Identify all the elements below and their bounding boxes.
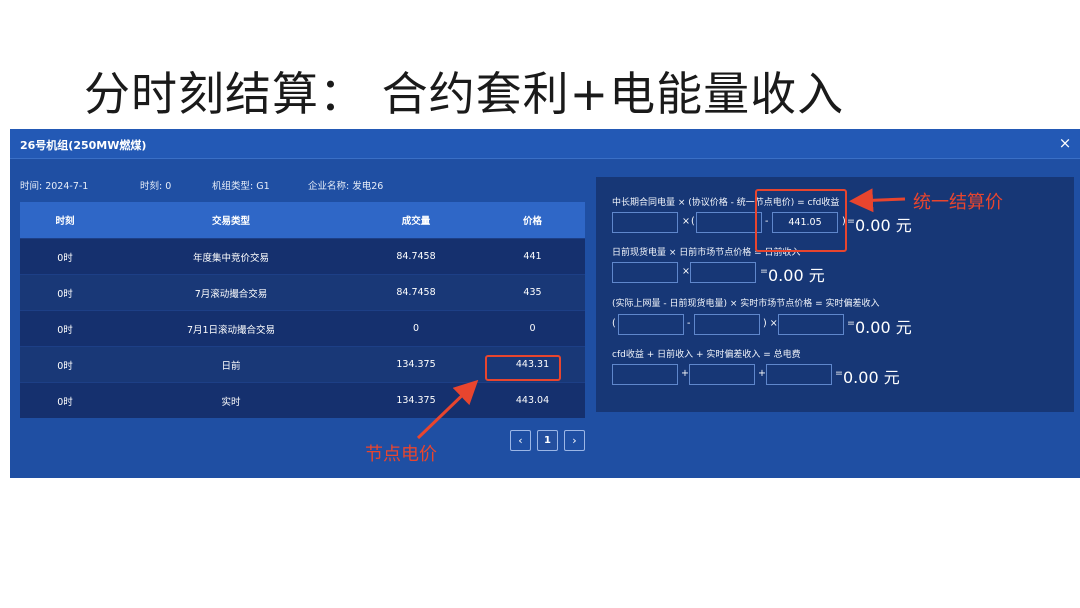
cell-volume: 134.375 [396, 395, 436, 406]
op-plus: + [681, 368, 689, 379]
annotation-unified-price: 统一结算价 [913, 192, 1003, 213]
op-minus: - [687, 318, 691, 329]
cell-moment: 0时 [57, 288, 73, 300]
cell-trade-type: 日前 [221, 360, 241, 372]
cell-price: 435 [523, 287, 542, 298]
trade-table: 时刻 交易类型 成交量 价格 0时 年度集中竞价交易 84.7458 441 0… [20, 202, 585, 418]
cell-price: 0 [529, 323, 536, 334]
op-lparen: ( [612, 318, 616, 329]
cell-volume: 84.7458 [396, 287, 436, 298]
table-row[interactable]: 0时 年度集中竞价交易 84.7458 441 [20, 238, 585, 274]
op-times: × [682, 266, 690, 277]
header-trade-type: 交易类型 [211, 216, 250, 227]
op-equals: = [847, 216, 855, 227]
table-row[interactable]: 0时 7月滚动撮合交易 84.7458 435 [20, 274, 585, 310]
meta-company: 企业名称: 发电26 [308, 181, 384, 192]
header-volume: 成交量 [401, 216, 431, 227]
day-ahead-price-input[interactable] [690, 262, 756, 283]
op-plus: + [758, 368, 766, 379]
day-ahead-income-input[interactable] [689, 364, 755, 385]
table-row[interactable]: 0时 7月1日滚动撮合交易 0 0 [20, 310, 585, 346]
cell-moment: 0时 [57, 396, 73, 408]
cell-trade-type: 年度集中竞价交易 [192, 252, 269, 264]
total-result: 0.00 元 [843, 368, 900, 387]
realtime-result: 0.00 元 [855, 318, 912, 337]
cell-trade-type: 7月滚动撮合交易 [194, 288, 268, 300]
unified-price-highlight [755, 189, 847, 252]
page-number-button[interactable]: 1 [537, 430, 558, 451]
meta-moment: 时刻: 0 [140, 181, 172, 192]
unit-dialog: 26号机组(250MW燃煤) × 时间: 2024-7-1 时刻: 0 机组类型… [10, 129, 1080, 478]
op-equals: = [847, 318, 855, 329]
header-price: 价格 [522, 216, 542, 227]
annotation-node-price: 节点电价 [365, 444, 437, 465]
cell-moment: 0时 [57, 252, 73, 264]
agreement-price-input[interactable] [696, 212, 762, 233]
op-lparen: ( [691, 216, 695, 227]
formula-total: cfd收益 + 日前收入 + 实时偏差收入 = 总电费 [612, 350, 801, 360]
cell-trade-type: 7月1日滚动撮合交易 [186, 324, 276, 336]
node-price-highlight [485, 355, 561, 381]
cell-moment: 0时 [57, 324, 73, 336]
contract-volume-input[interactable] [612, 212, 678, 233]
header-moment: 时刻 [55, 216, 75, 227]
cell-volume: 0 [412, 323, 420, 334]
op-rparen-times: ) × [763, 318, 778, 329]
realtime-price-input[interactable] [778, 314, 844, 335]
cell-price: 443.04 [515, 395, 550, 406]
cfd-result: 0.00 元 [855, 216, 912, 235]
day-ahead-result: 0.00 元 [768, 266, 825, 285]
cell-trade-type: 实时 [221, 396, 241, 408]
op-equals: = [760, 266, 768, 277]
table-row[interactable]: 0时 实时 134.375 443.04 [20, 382, 585, 418]
dialog-title: 26号机组(250MW燃煤) [20, 139, 147, 152]
prev-page-icon[interactable]: ‹ [510, 430, 531, 451]
meta-time: 时间: 2024-7-1 [20, 181, 89, 192]
op-times: × [682, 216, 690, 227]
cfd-income-input[interactable] [612, 364, 678, 385]
op-equals: = [835, 368, 843, 379]
formula-realtime: (实际上网量 - 日前现货电量) × 实时市场节点价格 = 实时偏差收入 [612, 299, 880, 309]
day-ahead-volume-input[interactable] [612, 262, 678, 283]
realtime-income-input[interactable] [766, 364, 832, 385]
cell-volume: 134.375 [396, 359, 436, 370]
table-header: 时刻 交易类型 成交量 价格 [20, 202, 585, 238]
cell-price: 441 [523, 251, 542, 262]
cell-volume: 84.7458 [396, 251, 436, 262]
actual-volume-input[interactable] [618, 314, 684, 335]
next-page-icon[interactable]: › [564, 430, 585, 451]
close-icon[interactable]: × [1056, 134, 1074, 152]
slide-title: 分时刻结算： 合约套利+电能量收入 [84, 67, 845, 121]
meta-unit-type: 机组类型: G1 [212, 181, 270, 192]
day-ahead-volume-input-2[interactable] [694, 314, 760, 335]
cell-moment: 0时 [57, 360, 73, 372]
dialog-header: 26号机组(250MW燃煤) × [10, 129, 1080, 159]
